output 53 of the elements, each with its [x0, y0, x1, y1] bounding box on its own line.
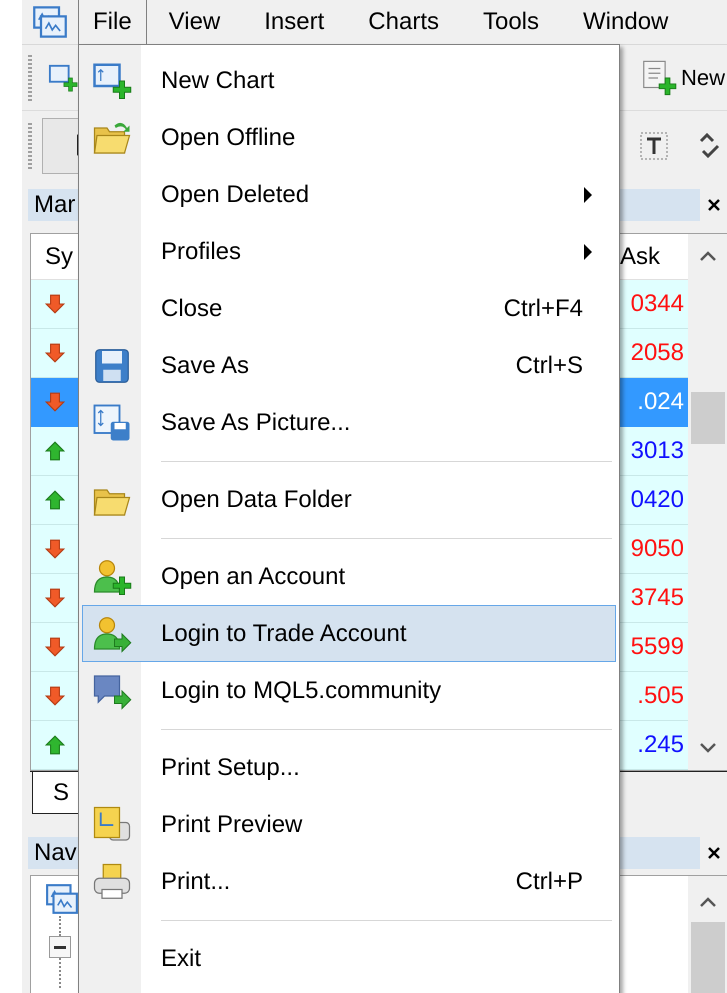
panel-title: Nav	[34, 838, 77, 868]
scroll-thumb[interactable]	[690, 922, 724, 993]
scrollbar[interactable]	[688, 876, 727, 993]
toolbar-grip[interactable]	[26, 52, 34, 102]
table-cell-text: .024	[636, 387, 685, 417]
menu-item[interactable]: Print... Ctrl+P	[82, 853, 616, 910]
menu-item[interactable]: Profiles	[82, 223, 616, 280]
table-cell-text: 3013	[630, 436, 685, 466]
new-order-button[interactable]: New	[638, 58, 727, 96]
menu-bar-item[interactable]: File	[78, 0, 147, 44]
text-tool-icon[interactable]	[639, 131, 669, 161]
app-icon	[32, 4, 68, 40]
collapse-button[interactable]	[49, 936, 71, 958]
minus-icon	[54, 946, 66, 948]
close-icon	[708, 847, 720, 859]
panel-title: Mar	[34, 190, 76, 220]
menu-bar-item[interactable]: View	[146, 0, 242, 44]
menu-item[interactable]: New Chart	[82, 52, 616, 109]
menu-item[interactable]: Save As Picture...	[82, 394, 616, 451]
new-chart-icon[interactable]	[48, 62, 78, 92]
menu-item[interactable]: Login to Trade Account	[82, 605, 616, 662]
printer-icon	[92, 862, 132, 902]
picture-save-icon	[92, 402, 132, 442]
scroll-up-icon[interactable]	[698, 250, 716, 262]
table-cell-text: 5599	[630, 632, 685, 662]
menu-item[interactable]: Exit	[82, 930, 616, 987]
menu-bar-item[interactable]: Window	[561, 0, 690, 44]
menu-item[interactable]: Close Ctrl+F4	[82, 280, 616, 337]
menu-item[interactable]: Open an Account	[82, 548, 616, 605]
menu-bar-item[interactable]: Charts	[346, 0, 461, 44]
column-header[interactable]: Ask	[618, 238, 688, 274]
table-cell-text: 2058	[630, 338, 685, 368]
toolbar-grip[interactable]	[26, 121, 34, 171]
table-cell-text: .245	[636, 730, 685, 760]
table-cell-text: .505	[636, 681, 685, 711]
new-chart-icon	[92, 60, 132, 100]
scroll-thumb[interactable]	[690, 392, 724, 444]
scroll-up-icon[interactable]	[698, 896, 716, 908]
column-header[interactable]: Sy	[31, 238, 79, 274]
scroll-down-icon[interactable]	[698, 742, 716, 754]
menu-item[interactable]: Login to MQL5.community	[82, 662, 616, 719]
menu-item[interactable]: Open Offline	[82, 109, 616, 166]
table-cell-text: 3745	[630, 583, 685, 613]
table-cell-text: 0420	[630, 485, 685, 515]
menu-item[interactable]: Open Data Folder	[82, 471, 616, 528]
table-cell-text: 9050	[630, 534, 685, 564]
menu-item[interactable]: Open Deleted	[82, 166, 616, 223]
menu-bar-item[interactable]: Tools	[460, 0, 562, 44]
scrollbar[interactable]	[688, 234, 727, 770]
menu-bar-item[interactable]: Insert	[242, 0, 346, 44]
close-icon	[708, 199, 720, 211]
table-cell-text: 0344	[630, 289, 685, 319]
menu-item[interactable]: Save As Ctrl+S	[82, 337, 616, 394]
